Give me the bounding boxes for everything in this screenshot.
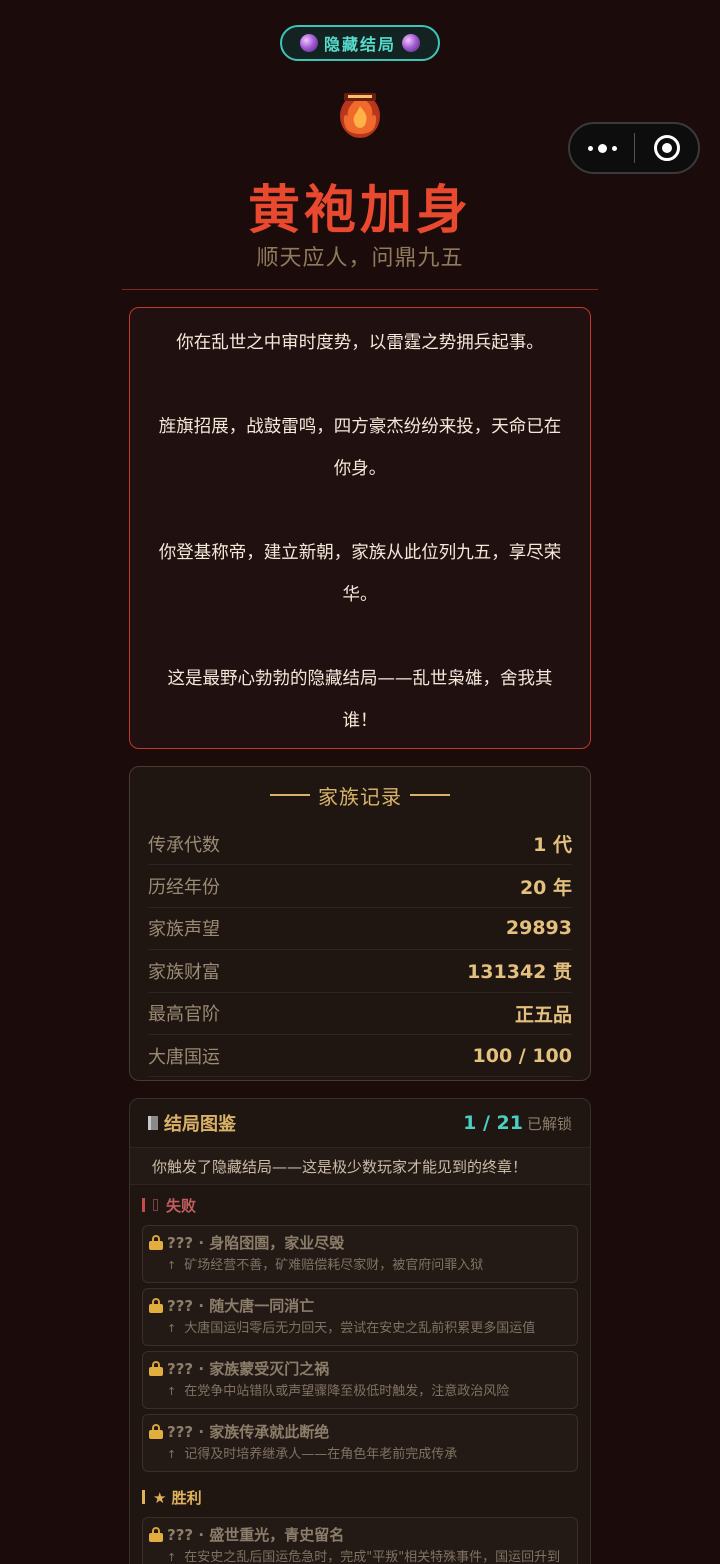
ending-subtitle: 顺天应人，问鼎九五 [256,246,464,271]
ending-card[interactable]: ??? · 家族传承就此断绝 ↑ 记得及时培养继承人——在角色年老前完成传承 [142,1414,578,1472]
arrow-up-icon: ↑ [167,1259,177,1272]
arrow-up-icon: ↑ [167,1551,177,1564]
badge-label: 隐藏结局 [323,35,396,54]
record-value: 100 / 100 [472,1044,573,1067]
story-paragraph: 这是最野心勃勃的隐藏结局——乱世枭雄，舍我其谁！ [167,669,553,731]
ending-card[interactable]: ??? · 随大唐一同消亡 ↑ 大唐国运归零后无力回天，尝试在安史之乱前积累更多国… [142,1288,578,1346]
record-value: 29893 [505,917,572,940]
ending-card-title: ??? · 家族传承就此断绝 [167,1422,330,1441]
record-value: 131342 贯 [467,961,572,984]
crystal-orb-icon [299,34,318,52]
arrow-up-icon: ↑ [167,1385,177,1398]
record-label: 历经年份 [148,877,220,899]
ending-card[interactable]: ??? · 身陷囹圄，家业尽毁 ↑ 矿场经营不善，矿难赔偿耗尽家财，被官府问罪入狱 [142,1225,578,1283]
ending-card-desc: 大唐国运归零后无力回天，尝试在安史之乱前积累更多国运值 [184,1321,536,1336]
ending-card-title: ??? · 家族蒙受灭门之祸 [167,1359,330,1378]
more-dots-icon[interactable] [570,124,634,172]
story-paragraph: 你登基称帝，建立新朝，家族从此位列九五，享尽荣华。 [158,543,562,605]
record-row: 家族声望 29893 [148,908,572,951]
section-win: ★ 胜利 [130,1477,590,1517]
divider [122,289,598,290]
ending-card-title: ??? · 随大唐一同消亡 [167,1296,315,1315]
mini-program-capsule [568,122,700,174]
flame-emblem-icon [340,93,380,138]
record-row: 大唐国运 100 / 100 [148,1035,573,1078]
gallery-header: 结局图鉴 1 / 21 已解锁 [130,1099,590,1147]
ending-card[interactable]: ??? · 盛世重光，青史留名 ↑ 在安史之乱后国运危急时，完成"平叛"相关特殊事… [142,1517,578,1564]
close-target-icon[interactable] [635,124,698,172]
ending-card-desc: 在安史之乱后国运危急时，完成"平叛"相关特殊事件，国运回升到60+ [184,1550,561,1564]
ending-card-title: ??? · 身陷囹圄，家业尽毁 [167,1233,345,1252]
record-title-text: 家族记录 [318,784,402,809]
lock-icon [149,1423,163,1439]
record-label: 家族声望 [148,919,220,941]
record-row: 最高官阶 正五品 [148,993,572,1035]
record-label: 传承代数 [148,834,220,856]
record-value: 正五品 [514,1003,572,1026]
section-fail: 失败 [130,1185,590,1225]
story-paragraph: 你在乱世之中审时度势，以雷霆之势拥兵起事。 [176,333,544,353]
record-value: 20 年 [519,876,572,899]
crystal-orb-icon [402,34,420,52]
arrow-up-icon: ↑ [167,1448,177,1461]
story-box: 你在乱世之中审时度势，以雷霆之势拥兵起事。 旌旗招展，战鼓雷鸣，四方豪杰纷纷来投… [129,307,591,749]
record-label: 最高官阶 [148,1004,220,1026]
hidden-ending-badge: 隐藏结局 [280,25,440,61]
record-value: 1 代 [533,834,572,857]
unlock-count: 1 / 21 [463,1112,523,1134]
gallery-note: 你触发了隐藏结局——这是极少数玩家才能见到的终章！ [130,1147,590,1185]
ending-title: 黄袍加身 [247,181,472,241]
record-title: 家族记录 [148,767,572,823]
ending-card-desc: 矿场经营不善，矿难赔偿耗尽家财，被官府问罪入狱 [184,1258,484,1273]
unlocked-label: 已解锁 [526,1115,572,1133]
ending-card-desc: 在党争中站错队或声望骤降至极低时触发，注意政治风险 [184,1384,510,1399]
family-record-panel: 家族记录 传承代数 1 代 历经年份 20 年 家族声望 29893 家族财富 1313… [129,766,591,1081]
record-label: 家族财富 [148,961,220,983]
ending-card-title: ??? · 盛世重光，青史留名 [167,1525,345,1544]
ending-card[interactable]: ??? · 家族蒙受灭门之祸 ↑ 在党争中站错队或声望骤降至极低时触发，注意政治风… [142,1351,578,1409]
lock-icon [149,1360,163,1376]
lock-icon [149,1234,163,1250]
record-label: 大唐国运 [148,1046,220,1068]
ending-card-desc: 记得及时培养继承人——在角色年老前完成传承 [184,1447,458,1462]
story-paragraph: 旌旗招展，战鼓雷鸣，四方豪杰纷纷来投，天命已在你身。 [158,417,562,479]
section-fail-label: 失败 [166,1196,197,1215]
record-row: 传承代数 1 代 [148,823,572,866]
fail-icon [153,1199,158,1211]
section-win-label: ★ 胜利 [153,1488,202,1507]
book-icon [148,1116,158,1130]
arrow-up-icon: ↑ [167,1322,177,1335]
record-row: 家族财富 131342 贯 [148,950,572,993]
record-row: 历经年份 20 年 [148,865,572,908]
ending-gallery-panel: 结局图鉴 1 / 21 已解锁 你触发了隐藏结局——这是极少数玩家才能见到的终章… [129,1098,591,1564]
lock-icon [149,1297,163,1313]
lock-icon [149,1526,163,1542]
gallery-title: 结局图鉴 [164,1114,236,1135]
